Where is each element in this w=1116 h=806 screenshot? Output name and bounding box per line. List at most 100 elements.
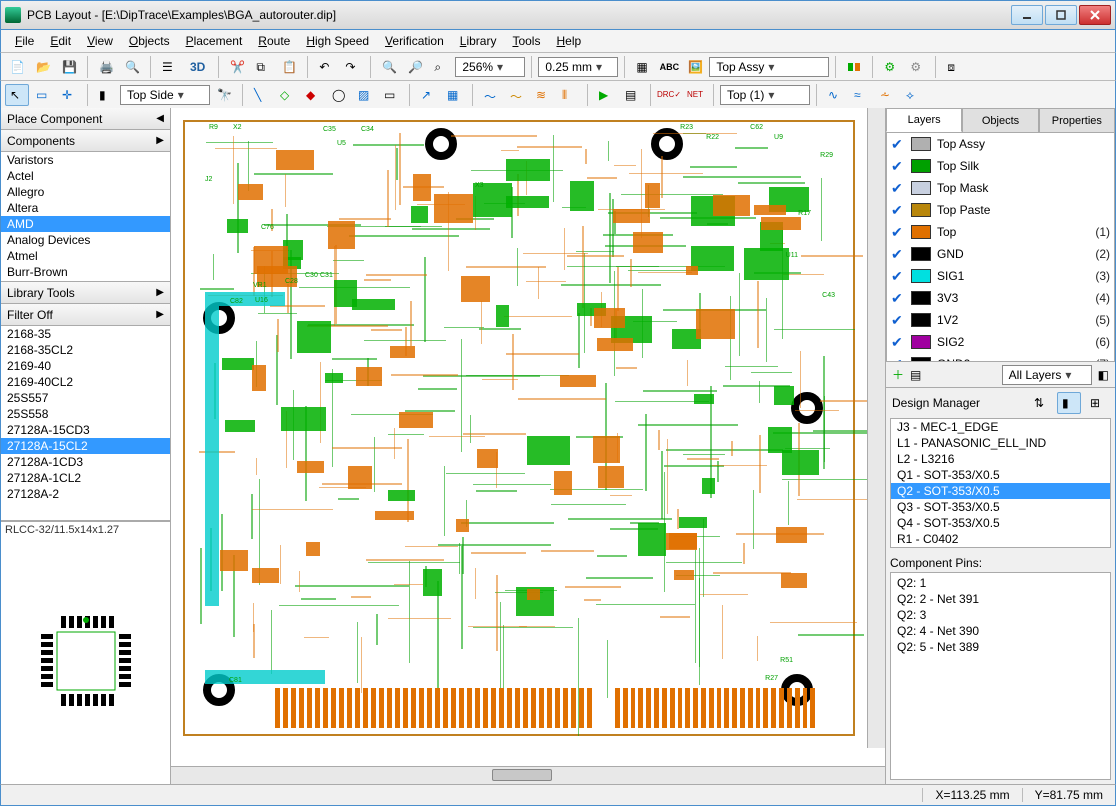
view-3d-button[interactable]: 3D	[183, 56, 212, 78]
diff-pair-button[interactable]: ≈	[849, 84, 873, 106]
ratline-button[interactable]: ↗	[416, 84, 440, 106]
part-item[interactable]: 25S558	[1, 406, 170, 422]
autoroute-setup-button[interactable]: ▤	[620, 84, 644, 106]
layer-color-swatch[interactable]	[911, 313, 931, 327]
drc-on-button[interactable]: ⚙	[879, 56, 903, 78]
layer-color-swatch[interactable]	[911, 247, 931, 261]
add-layer-button[interactable]: ＋	[892, 366, 904, 383]
side-combo[interactable]: Top Side▾	[120, 85, 210, 105]
zoom-combo[interactable]: 256%▾	[455, 57, 525, 77]
via-button[interactable]: ◇	[275, 84, 299, 106]
menu-file[interactable]: File	[7, 32, 42, 50]
maximize-button[interactable]	[1045, 5, 1077, 25]
phase-tune-button[interactable]: ∿	[823, 84, 847, 106]
pin-item[interactable]: Q2: 4 - Net 390	[897, 623, 1104, 639]
layer-options-button[interactable]: ▤	[910, 368, 921, 382]
redo-button[interactable]: ↷	[340, 56, 364, 78]
layer-color-swatch[interactable]	[911, 225, 931, 239]
menu-objects[interactable]: Objects	[121, 32, 178, 50]
library-item[interactable]: Actel	[1, 168, 170, 184]
fanout-button[interactable]: ⫴	[557, 84, 581, 106]
menu-high-speed[interactable]: High Speed	[298, 32, 377, 50]
layer-color-swatch[interactable]	[911, 269, 931, 283]
menu-tools[interactable]: Tools	[504, 32, 548, 50]
part-item[interactable]: 2168-35CL2	[1, 342, 170, 358]
library-tools-header[interactable]: Library Tools▶	[1, 282, 170, 304]
filter-header[interactable]: Filter Off▶	[1, 304, 170, 326]
preview-button[interactable]: 🔍	[120, 56, 144, 78]
menu-library[interactable]: Library	[452, 32, 505, 50]
library-item[interactable]: Burr-Brown	[1, 264, 170, 280]
drc-off-button[interactable]: ⚙	[905, 56, 929, 78]
pin-item[interactable]: Q2: 2 - Net 391	[897, 591, 1104, 607]
origin-button[interactable]: ✛	[57, 84, 81, 106]
menu-placement[interactable]: Placement	[178, 32, 251, 50]
place-component-header[interactable]: Place Component◀	[1, 108, 170, 130]
menu-help[interactable]: Help	[548, 32, 589, 50]
part-item[interactable]: 2169-40	[1, 358, 170, 374]
menu-verification[interactable]: Verification	[377, 32, 452, 50]
layer-list[interactable]: ✔Top Assy✔Top Silk✔Top Mask✔Top Paste✔To…	[886, 132, 1115, 362]
horizontal-scrollbar[interactable]	[171, 766, 885, 784]
zoom-in-button[interactable]: 🔍	[377, 56, 401, 78]
meander-button[interactable]: ⩪	[875, 84, 899, 106]
part-item[interactable]: 27128A-15CL2	[1, 438, 170, 454]
scroll-thumb[interactable]	[492, 769, 552, 781]
menu-edit[interactable]: Edit	[42, 32, 79, 50]
library-item[interactable]: Analog Devices	[1, 232, 170, 248]
vertical-scrollbar[interactable]	[867, 108, 885, 748]
layer-row[interactable]: ✔1V2(5)	[887, 309, 1114, 331]
design-manager-list[interactable]: J3 - MEC-1_EDGEL1 - PANASONIC_ELL_INDL2 …	[890, 418, 1111, 548]
grid-combo[interactable]: 0.25 mm▾	[538, 57, 618, 77]
pins-list[interactable]: Q2: 1Q2: 2 - Net 391Q2: 3Q2: 4 - Net 390…	[890, 572, 1111, 780]
part-item[interactable]: 2169-40CL2	[1, 374, 170, 390]
part-item[interactable]: 27128A-1CD3	[1, 454, 170, 470]
pad-button[interactable]: ◆	[301, 84, 325, 106]
library-item[interactable]: Varistors	[1, 152, 170, 168]
menu-route[interactable]: Route	[250, 32, 298, 50]
autoroute-run-button[interactable]: ▶	[594, 84, 618, 106]
bus-button[interactable]: ≋	[531, 84, 555, 106]
close-button[interactable]	[1079, 5, 1111, 25]
dm-item[interactable]: L2 - L3216	[891, 451, 1110, 467]
dm-component-button[interactable]: ▮	[1057, 392, 1081, 414]
library-item[interactable]: AMD	[1, 216, 170, 232]
layer-row[interactable]: ✔SIG2(6)	[887, 331, 1114, 353]
minimize-button[interactable]	[1011, 5, 1043, 25]
layer-combo[interactable]: Top (1)▾	[720, 85, 810, 105]
layer-filter-combo[interactable]: All Layers▾	[1002, 365, 1092, 385]
net-connectivity-button[interactable]: NET	[683, 84, 707, 106]
length-button[interactable]: ⟡	[901, 84, 925, 106]
paste-button[interactable]: 📋	[277, 56, 301, 78]
layer-display-button[interactable]: ▦	[631, 56, 655, 78]
tab-objects[interactable]: Objects	[962, 108, 1038, 132]
layer-color-swatch[interactable]	[911, 159, 931, 173]
layer-row[interactable]: ✔3V3(4)	[887, 287, 1114, 309]
text-tool-button[interactable]: ABC	[657, 56, 681, 78]
board-outline-button[interactable]: ▭	[379, 84, 403, 106]
assy-combo[interactable]: Top Assy▾	[709, 57, 829, 77]
part-item[interactable]: 27128A-15CD3	[1, 422, 170, 438]
pin-item[interactable]: Q2: 5 - Net 389	[897, 639, 1104, 655]
layer-row[interactable]: ✔GND2(7)	[887, 353, 1114, 362]
zoom-window-button[interactable]: ⌕	[429, 56, 453, 78]
dm-net-button[interactable]: ⊞	[1085, 392, 1109, 414]
mount-hole-button[interactable]: ◯	[327, 84, 351, 106]
menu-view[interactable]: View	[79, 32, 121, 50]
pin-item[interactable]: Q2: 1	[897, 575, 1104, 591]
layer-color-swatch[interactable]	[911, 291, 931, 305]
find-button[interactable]: 🔭	[212, 84, 236, 106]
layer-row[interactable]: ✔Top Silk	[887, 155, 1114, 177]
pcb-canvas[interactable]: R9 X2 C35 C34 U5 R23 R22 C62 U9 R29 J2 C…	[171, 108, 885, 766]
dm-item[interactable]: Q4 - SOT-353/X0.5	[891, 515, 1110, 531]
copy-button[interactable]: ⧉	[251, 56, 275, 78]
layer-row[interactable]: ✔Top Assy	[887, 133, 1114, 155]
free-trace-button[interactable]: ～	[505, 84, 529, 106]
undo-button[interactable]: ↶	[314, 56, 338, 78]
copper-pour-button[interactable]: ▨	[353, 84, 377, 106]
part-item[interactable]: 25S557	[1, 390, 170, 406]
library-list[interactable]: VaristorsActelAllegroAlteraAMDAnalog Dev…	[1, 152, 170, 282]
part-list[interactable]: 2168-352168-35CL22169-402169-40CL225S557…	[1, 326, 170, 521]
layer-color-swatch[interactable]	[911, 137, 931, 151]
part-item[interactable]: 27128A-2	[1, 486, 170, 502]
